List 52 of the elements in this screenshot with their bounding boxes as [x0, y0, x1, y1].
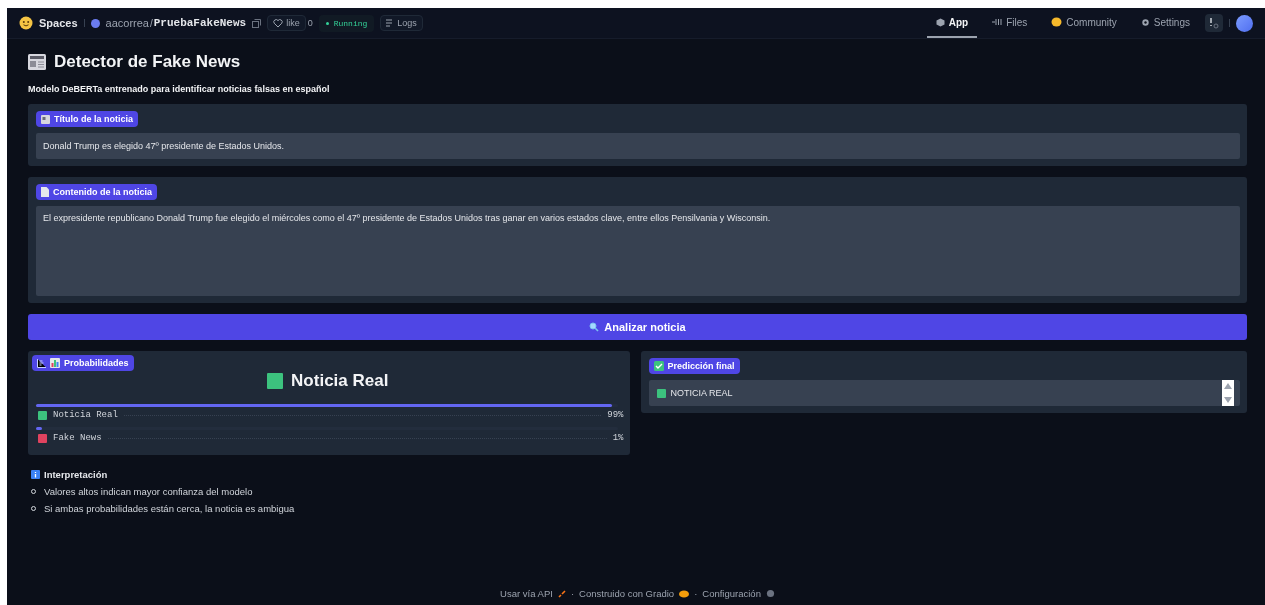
separator-dot: ·	[694, 588, 698, 599]
probability-value: 99%	[607, 410, 624, 420]
interpretation-item: Valores altos indican mayor confianza del modelo	[44, 486, 253, 497]
field-label: Título de la noticia	[36, 111, 138, 127]
nav-tab[interactable]: Settings	[1131, 8, 1199, 38]
footer-link[interactable]: Construido con Gradio	[579, 588, 675, 599]
list-icon	[386, 19, 395, 27]
spaces-link[interactable]: Spaces	[39, 17, 78, 29]
title-field[interactable]: Donald Trump es elegido 47º presidente de Estados Unidos.	[36, 133, 1240, 159]
cube-icon	[935, 17, 945, 27]
square-icon	[267, 373, 284, 389]
heart-icon	[273, 18, 284, 28]
user-avatar[interactable]	[1236, 14, 1253, 32]
status-badge: Running	[318, 14, 375, 32]
class-label: Noticia Real	[53, 410, 118, 420]
prediction-field[interactable]: NOTICIA REAL	[648, 380, 1240, 406]
probability-value: 1%	[612, 433, 624, 443]
footer-link[interactable]: Usar vía API	[500, 588, 553, 599]
interpretation-item: Si ambas probabilidades están cerca, la noticia es ambigua	[44, 503, 295, 514]
info-icon	[31, 470, 40, 479]
nav-tab[interactable]: Community	[1042, 8, 1126, 38]
checkbox-icon	[653, 361, 664, 371]
search-icon	[589, 322, 600, 332]
prediction-label: Predicción final	[648, 358, 740, 374]
analyze-button[interactable]: Analizar noticia	[28, 314, 1247, 340]
like-button[interactable]: like	[267, 15, 306, 31]
repo-link[interactable]: PruebaFakeNews	[153, 17, 247, 29]
owner-link[interactable]: aacorrea	[105, 17, 149, 29]
copy-icon[interactable]	[252, 18, 262, 28]
footer-link[interactable]: Configuración	[702, 588, 761, 599]
class-label: Fake News	[53, 433, 102, 443]
field-label: Contenido de la noticia	[36, 184, 157, 200]
nav-tab[interactable]: App	[926, 8, 978, 38]
page-subtitle: Modelo DeBERTa entrenado para identificar noticias falsas en español	[28, 84, 331, 94]
slash: /	[149, 17, 153, 29]
page-title: Detector de Fake News	[54, 52, 241, 72]
logs-button[interactable]: Logs	[380, 15, 423, 31]
content-field[interactable]: El expresidente republicano Donald Trump fue elegido el miércoles como el 47º presidente de Estados Unidos tras ganar en varios estados clave, entre ellos Pensilvania y Wisconsin.	[36, 206, 1240, 296]
nav-tab[interactable]: Files	[983, 8, 1037, 38]
document-icon	[41, 187, 49, 197]
interpretation-heading: Interpretación	[44, 469, 108, 480]
prediction-value: NOTICIA REAL	[670, 388, 734, 398]
like-count: 0	[307, 18, 313, 28]
avatar-dot-icon	[90, 18, 100, 28]
separator-dot: ·	[570, 588, 575, 599]
newspaper-icon	[28, 54, 46, 70]
tag-icon	[41, 114, 50, 124]
probabilities-label: Probabilidades	[32, 355, 134, 371]
more-button[interactable]	[1205, 14, 1223, 32]
more-icon	[1209, 17, 1219, 29]
files-icon	[992, 18, 1003, 26]
prediction-heading: Noticia Real	[291, 371, 389, 391]
